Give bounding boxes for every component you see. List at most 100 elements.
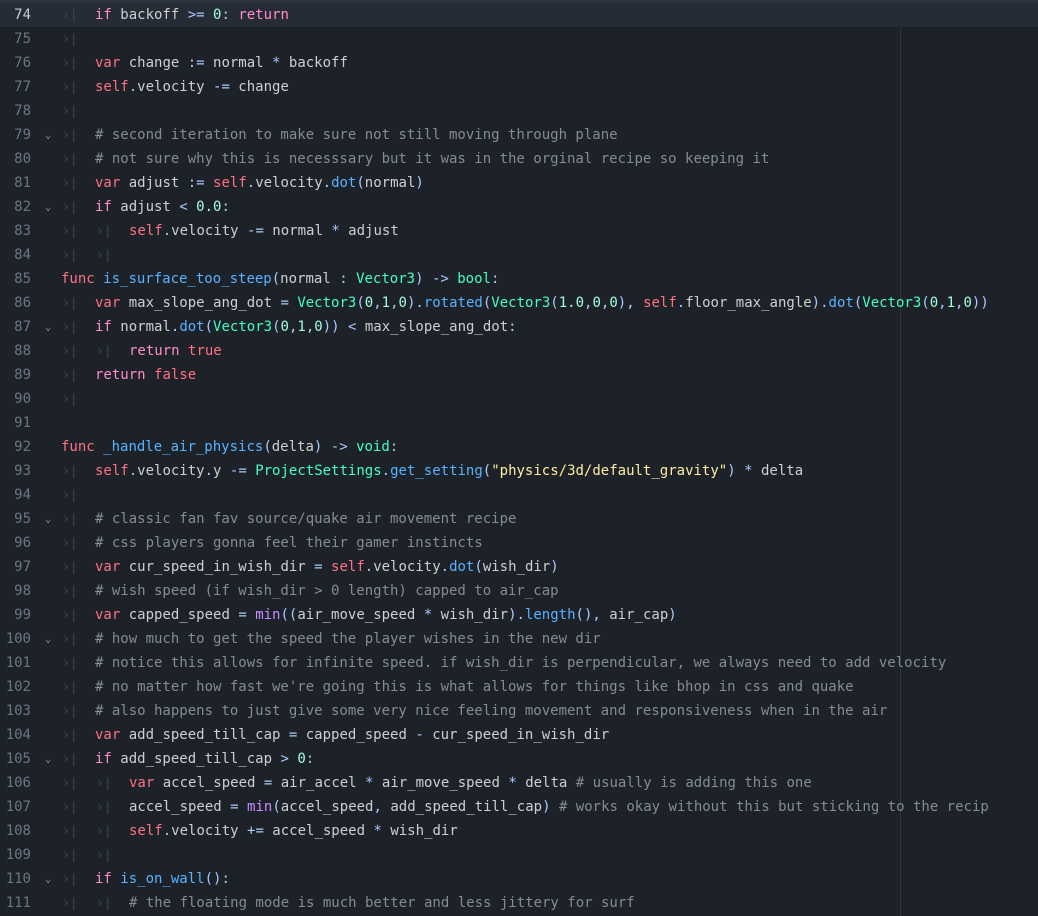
code-line[interactable]: 104 ›| var add_speed_till_cap = capped_spe… [0,723,1038,747]
code-text[interactable]: func is_surface_too_steep(normal : Vecto… [61,267,499,291]
fold-arrow-icon[interactable]: ⌄ [41,627,55,651]
code-line[interactable]: 82 ⌄ ›| if adjust < 0.0: [0,195,1038,219]
code-line[interactable]: 74 ›| if backoff >= 0: return [0,3,1038,27]
code-text[interactable]: ›| # wish speed (if wish_dir > 0 length) … [61,579,559,604]
code-line[interactable]: 109 ›| ›| [0,843,1038,867]
code-token: 0.0 [196,199,222,215]
code-line[interactable]: 103 ›| # also happens to just give some ve… [0,699,1038,723]
code-token: 1.0 [558,295,585,311]
code-token: delta [271,439,314,455]
code-line[interactable]: 83 ›| ›| self.velocity -= normal * adjust [0,219,1038,243]
code-line[interactable]: 98 ›| # wish speed (if wish_dir > 0 length… [0,579,1038,603]
code-text[interactable]: ›| var max_slope_ang_dot = Vector3(0,1,0)… [61,291,989,316]
code-line[interactable]: 85 func is_surface_too_steep(normal : Vec… [0,267,1038,291]
code-text[interactable]: ›| [61,483,95,508]
code-line[interactable]: 108 ›| ›| self.velocity += accel_speed * wi… [0,819,1038,843]
code-line[interactable]: 92 func _handle_air_physics(delta) -> voi… [0,435,1038,459]
code-text[interactable]: ›| ›| return true [61,339,222,364]
code-editor[interactable]: 74 ›| if backoff >= 0: return 75 ›| 76 ›| var c… [0,0,1038,916]
code-line[interactable]: 111 ›| ›| # the floating mode is much bette… [0,891,1038,915]
fold-arrow-icon[interactable]: ⌄ [41,195,55,219]
code-text[interactable]: ›| [61,27,95,52]
code-line[interactable]: 107 ›| ›| accel_speed = min(accel_speed, ad… [0,795,1038,819]
code-line[interactable]: 80 ›| # not sure why this is necesssary bu… [0,147,1038,171]
code-text[interactable]: ›| if backoff >= 0: return [61,3,289,28]
code-line[interactable]: 81 ›| var adjust := self.velocity.dot(norm… [0,171,1038,195]
code-line[interactable]: 106 ›| ›| var accel_speed = air_accel * air… [0,771,1038,795]
code-line[interactable]: 99 ›| var capped_speed = min((air_move_spe… [0,603,1038,627]
code-line[interactable]: 102 ›| # no matter how fast we're going th… [0,675,1038,699]
code-token: dot [449,559,475,575]
line-number: 74 [14,7,31,23]
code-text[interactable]: ›| if add_speed_till_cap > 0: [61,747,314,772]
code-text[interactable]: ›| # classic fan fav source/quake air mov… [61,507,516,532]
code-line[interactable]: 86 ›| var max_slope_ang_dot = Vector3(0,1,… [0,291,1038,315]
code-line[interactable]: 79 ⌄ ›| # second iteration to make sure not… [0,123,1038,147]
code-token: air_move_speed [297,607,424,623]
fold-arrow-icon[interactable]: ⌄ [41,507,55,531]
code-text[interactable]: ›| ›| [61,843,129,868]
fold-arrow-icon[interactable]: ⌄ [41,315,55,339]
code-line[interactable]: 78 ›| [0,99,1038,123]
code-line[interactable]: 100 ⌄ ›| # how much to get the speed the pl… [0,627,1038,651]
code-token: 0 [609,295,618,311]
code-token: 0 [280,319,289,335]
tab-indent-icon: ›| [62,632,78,647]
code-text[interactable]: ›| return false [61,363,196,388]
code-line[interactable]: 84 ›| ›| [0,243,1038,267]
code-token: Vector3 [862,295,922,311]
code-line[interactable]: 89 ›| return false [0,363,1038,387]
code-line[interactable]: 93 ›| self.velocity.y -= ProjectSettings.g… [0,459,1038,483]
code-line[interactable]: 90 ›| [0,387,1038,411]
code-token: 0 [364,295,374,311]
code-line[interactable]: 105 ⌄ ›| if add_speed_till_cap > 0: [0,747,1038,771]
line-number: 110 [5,871,31,887]
code-line[interactable]: 101 ›| # notice this allows for infinite s… [0,651,1038,675]
code-text[interactable]: ›| self.velocity.y -= ProjectSettings.get… [61,459,803,484]
code-text[interactable]: ›| ›| accel_speed = min(accel_speed, add_s… [61,795,989,820]
code-text[interactable]: ›| var change := normal * backoff [61,51,348,76]
code-text[interactable]: ›| var capped_speed = min((air_move_speed… [61,603,677,628]
code-text[interactable]: ›| # second iteration to make sure not st… [61,123,618,148]
code-text[interactable]: ›| self.velocity -= change [61,75,289,100]
code-lines[interactable]: 74 ›| if backoff >= 0: return 75 ›| 76 ›| var c… [0,3,1038,915]
code-text[interactable]: ›| var cur_speed_in_wish_dir = self.veloc… [61,555,559,580]
code-text[interactable]: ›| # notice this allows for infinite spee… [61,651,946,676]
code-text[interactable]: ›| [61,387,95,412]
code-line[interactable]: 94 ›| [0,483,1038,507]
code-line[interactable]: 110 ⌄ ›| if is_on_wall(): [0,867,1038,891]
code-line[interactable]: 97 ›| var cur_speed_in_wish_dir = self.vel… [0,555,1038,579]
code-token: = [314,559,323,575]
code-text[interactable]: ›| ›| [61,243,129,268]
code-text[interactable]: ›| var add_speed_till_cap = capped_speed … [61,723,609,748]
code-text[interactable]: ›| ›| # the floating mode is much better a… [61,891,635,916]
code-line[interactable]: 76 ›| var change := normal * backoff [0,51,1038,75]
code-text[interactable]: ›| if normal.dot(Vector3(0,1,0)) < max_sl… [61,315,517,340]
code-line[interactable]: 75 ›| [0,27,1038,51]
code-text[interactable]: ›| var adjust := self.velocity.dot(normal… [61,171,424,196]
code-text[interactable]: ›| # also happens to just give some very … [61,699,887,724]
code-token: wish_dir [482,559,551,575]
fold-arrow-icon[interactable]: ⌄ [41,867,55,891]
code-text[interactable]: ›| ›| var accel_speed = air_accel * air_mo… [61,771,812,796]
code-text[interactable]: ›| [61,99,95,124]
code-line[interactable]: 88 ›| ›| return true [0,339,1038,363]
code-text[interactable]: ›| # no matter how fast we're going this … [61,675,854,700]
code-text[interactable]: ›| # not sure why this is necesssary but … [61,147,769,172]
code-line[interactable]: 77 ›| self.velocity -= change [0,75,1038,99]
code-line[interactable]: 87 ⌄ ›| if normal.dot(Vector3(0,1,0)) < max… [0,315,1038,339]
code-line[interactable]: 96 ›| # css players gonna feel their gamer… [0,531,1038,555]
code-text[interactable]: ›| # how much to get the speed the player… [61,627,601,652]
code-text[interactable]: ›| # css players gonna feel their gamer i… [61,531,483,556]
code-text[interactable]: ›| if is_on_wall(): [61,867,230,892]
fold-arrow-icon[interactable]: ⌄ [41,123,55,147]
code-line[interactable]: 91 [0,411,1038,435]
code-text[interactable]: ›| if adjust < 0.0: [61,195,230,220]
fold-arrow-icon[interactable]: ⌄ [41,747,55,771]
code-text[interactable]: func _handle_air_physics(delta) -> void: [61,435,398,459]
code-token: var [95,175,121,191]
code-text[interactable]: ›| ›| self.velocity += accel_speed * wish_… [61,819,458,844]
code-line[interactable]: 95 ⌄ ›| # classic fan fav source/quake air … [0,507,1038,531]
code-text[interactable]: ›| ›| self.velocity -= normal * adjust [61,219,399,244]
